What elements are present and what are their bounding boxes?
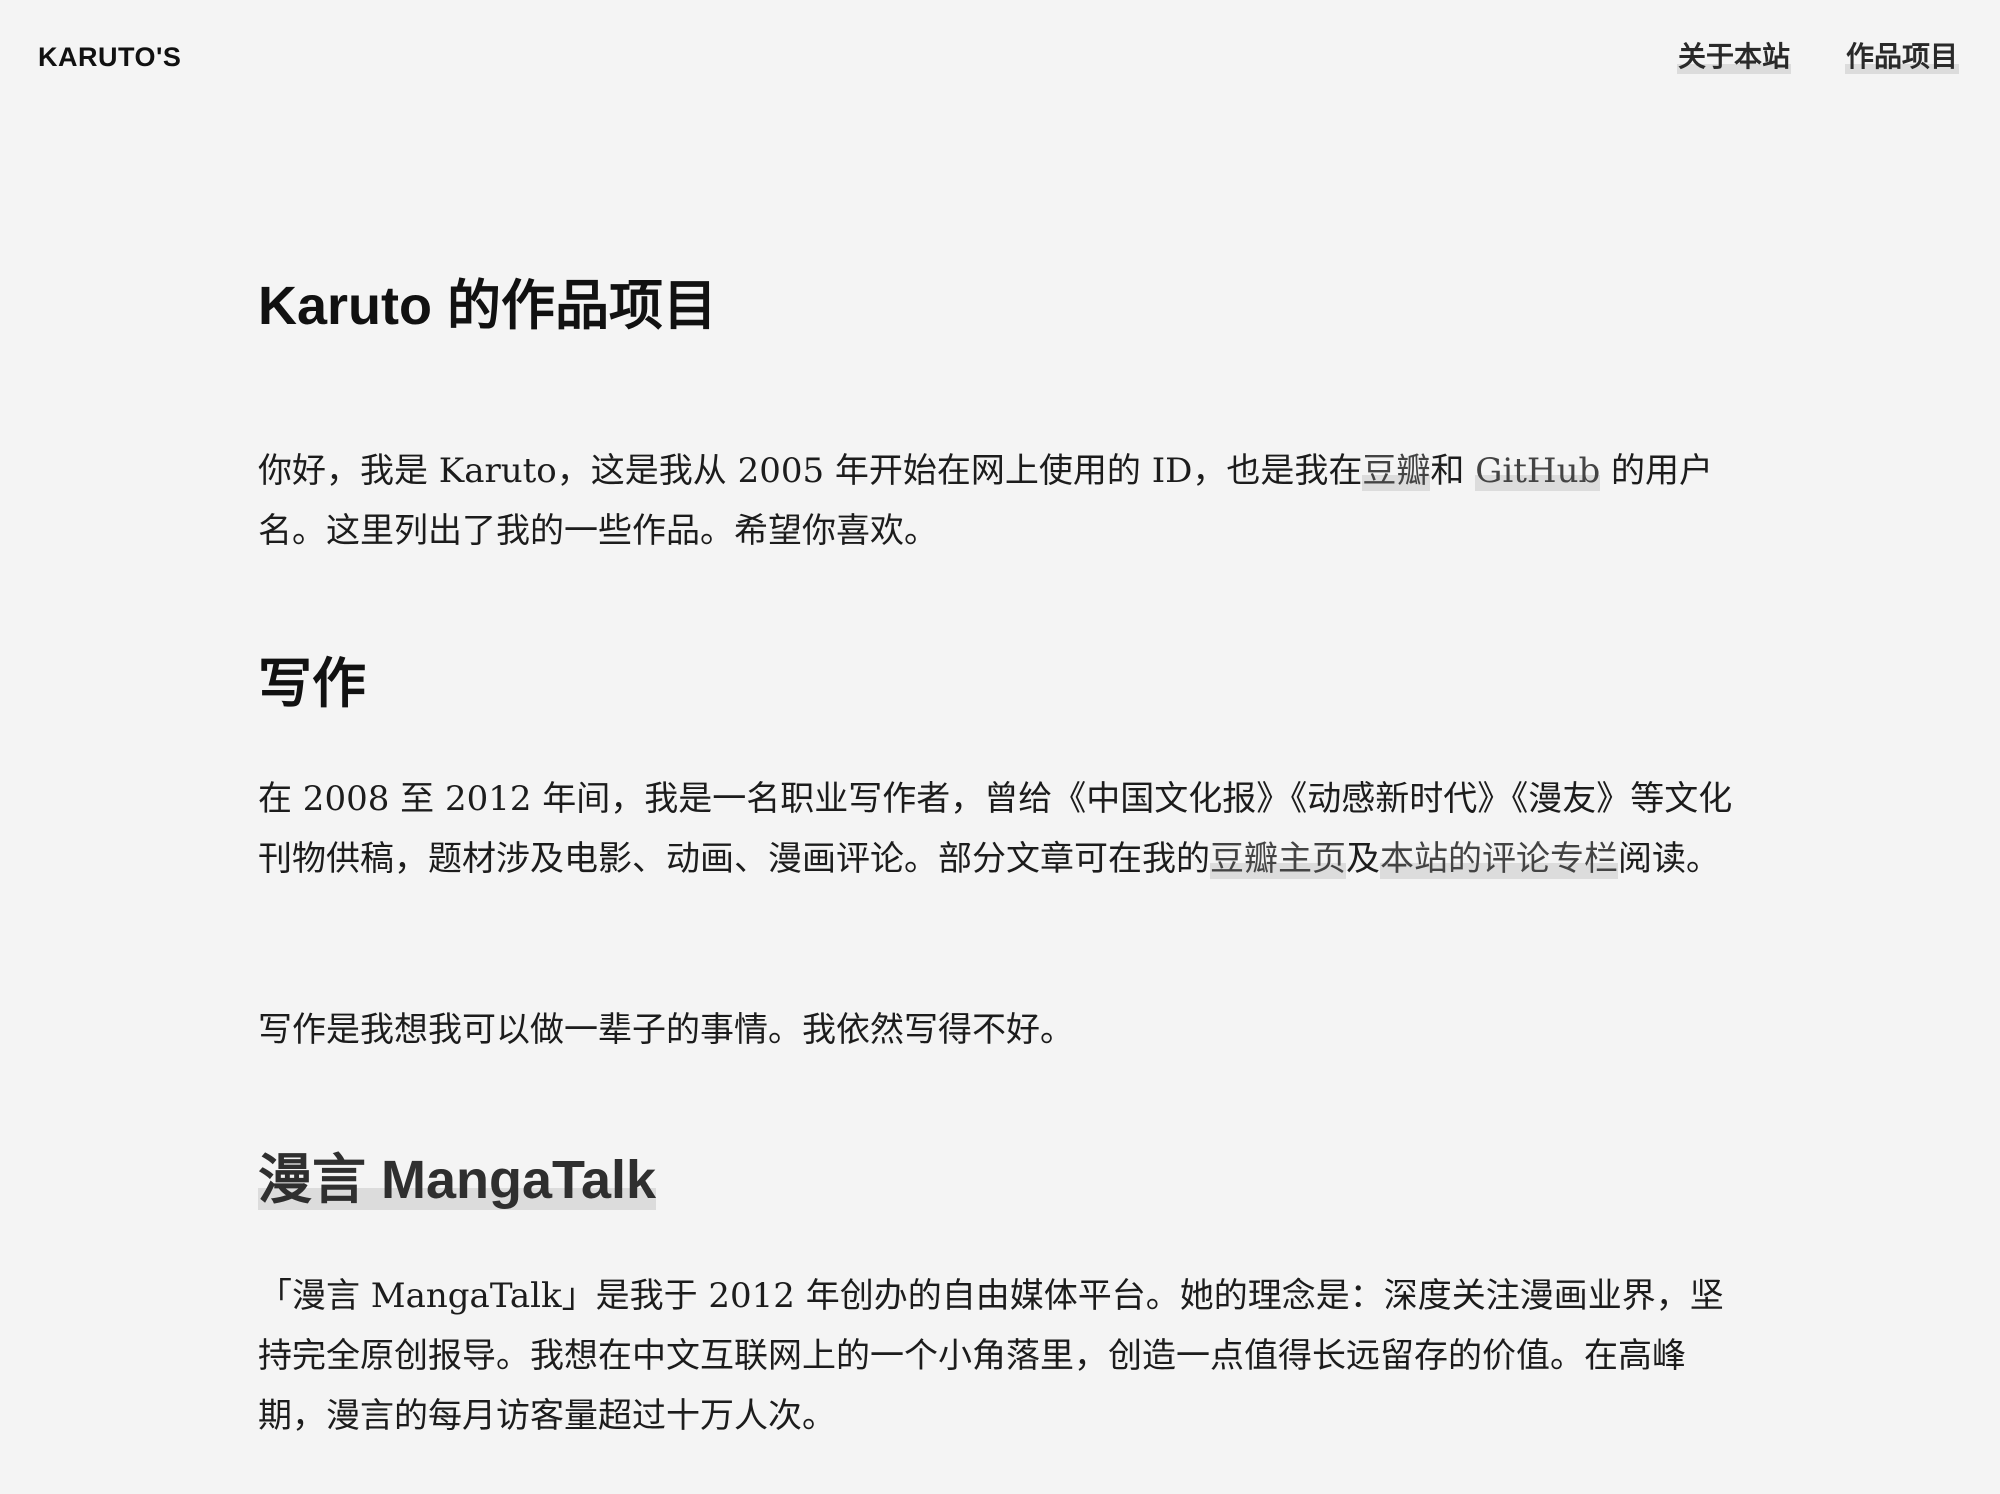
site-title-link[interactable]: KARUTO'S: [38, 42, 181, 73]
review-column-link[interactable]: 本站的评论专栏: [1380, 839, 1618, 879]
mangatalk-heading-link[interactable]: 漫言 MangaTalk: [258, 1150, 657, 1210]
page-title: Karuto 的作品项目: [258, 276, 717, 336]
writing-text-between: 及: [1346, 839, 1380, 879]
writing-paragraph-2: 写作是我想我可以做一辈子的事情。我依然写得不好。: [258, 1010, 1074, 1050]
nav-item-about[interactable]: 关于本站: [1676, 40, 1791, 74]
douban-homepage-link[interactable]: 豆瓣主页: [1210, 839, 1346, 879]
section-heading-mangatalk: 漫言 MangaTalk: [258, 1148, 657, 1212]
github-link[interactable]: GitHub: [1475, 451, 1601, 491]
main-nav: 关于本站 作品项目: [1676, 40, 1959, 74]
nav-item-projects[interactable]: 作品项目: [1844, 40, 1959, 74]
intro-paragraph: 你好，我是 Karuto，这是我从 2005 年开始在网上使用的 ID，也是我在…: [258, 441, 1738, 561]
douban-link[interactable]: 豆瓣: [1362, 451, 1431, 491]
section-heading-writing: 写作: [258, 654, 366, 714]
intro-text-between: 和: [1430, 451, 1476, 491]
writing-paragraph-1: 在 2008 至 2012 年间，我是一名职业写作者，曾给《中国文化报》《动感新…: [258, 769, 1738, 889]
site-header: KARUTO'S 关于本站 作品项目: [0, 0, 2000, 120]
writing-text-after: 阅读。: [1618, 839, 1720, 879]
intro-text: 你好，我是 Karuto，这是我从 2005 年开始在网上使用的 ID，也是我在: [258, 451, 1363, 491]
mangatalk-paragraph: 「漫言 MangaTalk」是我于 2012 年创办的自由媒体平台。她的理念是：…: [258, 1276, 1724, 1436]
